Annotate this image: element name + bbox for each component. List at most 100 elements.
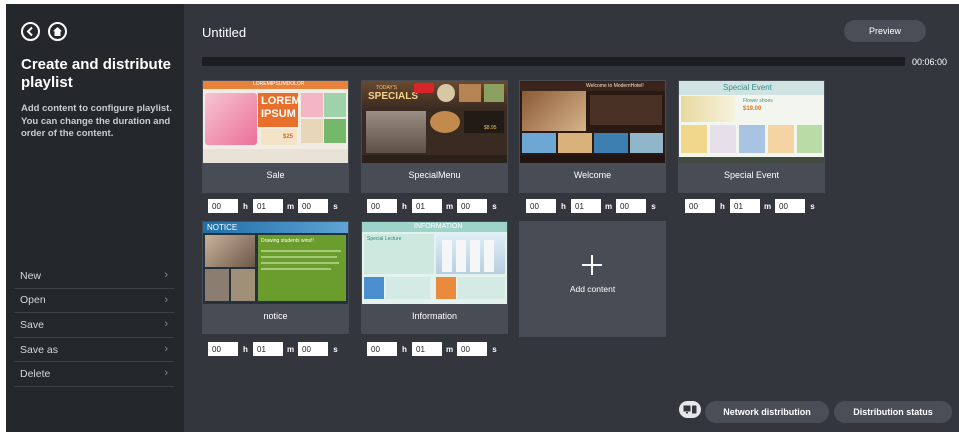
seconds-input[interactable]: 00 xyxy=(298,342,328,356)
minutes-input[interactable]: 01 xyxy=(730,199,760,213)
seconds-input[interactable]: 00 xyxy=(616,199,646,213)
thumbnail-welcome: Welcome to ModernHotel! xyxy=(520,81,665,163)
thumb-text: INFORMATION xyxy=(414,223,463,230)
thumbnail-information: INFORMATION Special Lecture xyxy=(362,222,507,304)
minutes-unit: m xyxy=(445,344,454,354)
menu-item-delete[interactable]: Delete › xyxy=(14,362,174,387)
thumbnail-specialmenu: TODAY'S SPECIALS $8.95 xyxy=(362,81,507,163)
hours-input[interactable]: 00 xyxy=(208,342,238,356)
content-name: Special Event xyxy=(723,170,780,180)
thumbnail-notice: NOTICE Drawing students wins!! xyxy=(203,222,348,304)
menu-item-label: Delete xyxy=(20,368,51,381)
thumb-text: LOREM xyxy=(261,95,301,107)
menu-item-save[interactable]: Save › xyxy=(14,313,174,338)
hours-input[interactable]: 00 xyxy=(208,199,238,213)
duration-special-event: 00 h 01 m 00 s xyxy=(685,199,820,213)
minutes-input[interactable]: 01 xyxy=(571,199,601,213)
home-button[interactable] xyxy=(48,22,67,41)
content-tile-notice[interactable]: NOTICE Drawing students wins!! notice xyxy=(202,221,349,334)
seconds-input[interactable]: 00 xyxy=(457,342,487,356)
minutes-input[interactable]: 01 xyxy=(412,342,442,356)
network-distribution-button[interactable]: Network distribution xyxy=(705,401,829,423)
thumb-text: Special Event xyxy=(723,83,772,92)
hours-input[interactable]: 00 xyxy=(367,199,397,213)
hours-input[interactable]: 00 xyxy=(367,342,397,356)
content-tile-information[interactable]: INFORMATION Special Lecture Information xyxy=(361,221,508,334)
menu-item-label: Save xyxy=(20,318,44,331)
thumb-text: $19.00 xyxy=(743,106,762,112)
menu-item-label: Save as xyxy=(20,343,58,356)
page-title: Create and distribute playlist xyxy=(21,56,172,91)
menu-item-label: Open xyxy=(20,294,46,307)
content-name: Information xyxy=(411,311,458,321)
minutes-unit: m xyxy=(286,201,295,211)
thumb-text: SPECIALS xyxy=(368,91,419,102)
thumb-text: Welcome to ModernHotel! xyxy=(586,83,644,89)
thumb-text: Flower shoes xyxy=(743,98,773,104)
thumb-text: NOTICE xyxy=(207,223,238,232)
menu-item-open[interactable]: Open › xyxy=(14,289,174,314)
add-content-label: Add content xyxy=(569,284,616,294)
seconds-input[interactable]: 00 xyxy=(457,199,487,213)
content-tile-specialmenu[interactable]: TODAY'S SPECIALS $8.95 SpecialMenu xyxy=(361,80,508,193)
duration-sale: 00 h 01 m 00 s xyxy=(208,199,343,213)
plus-icon xyxy=(582,255,602,275)
minutes-unit: m xyxy=(604,201,613,211)
seconds-input[interactable]: 00 xyxy=(775,199,805,213)
duration-notice: 00 h 01 m 00 s xyxy=(208,342,343,356)
timeline-bar xyxy=(202,57,905,66)
chevron-right-icon: › xyxy=(164,293,168,306)
page-description: Add content to configure playlist. You c… xyxy=(21,103,172,139)
chevron-right-icon: › xyxy=(164,367,168,380)
thumb-text: Special Lecture xyxy=(367,236,402,242)
seconds-unit: s xyxy=(810,201,815,211)
chevron-right-icon: › xyxy=(164,269,168,281)
hours-input[interactable]: 00 xyxy=(685,199,715,213)
device-glyph xyxy=(683,405,697,414)
duration-welcome: 00 h 01 m 00 s xyxy=(526,199,661,213)
seconds-unit: s xyxy=(651,201,656,211)
hours-unit: h xyxy=(402,201,407,211)
duration-specialmenu: 00 h 01 m 00 s xyxy=(367,199,502,213)
distribution-status-button[interactable]: Distribution status xyxy=(834,401,952,423)
content-tile-special-event[interactable]: Special Event Flower shoes $19.00 Specia… xyxy=(678,80,825,193)
file-menu: New › Open › Save › Save as › Delete › xyxy=(14,264,174,387)
seconds-input[interactable]: 00 xyxy=(298,199,328,213)
arrow-left-icon xyxy=(26,26,33,37)
app-frame: Create and distribute playlist Add conte… xyxy=(6,4,959,432)
thumb-text: Drawing students wins!! xyxy=(261,238,314,244)
add-content-button[interactable]: Add content xyxy=(519,221,666,337)
content-tile-welcome[interactable]: Welcome to ModernHotel! Welcome xyxy=(519,80,666,193)
content-name: Sale xyxy=(266,170,285,180)
content-name: SpecialMenu xyxy=(408,170,461,180)
chevron-right-icon: › xyxy=(164,318,168,331)
minutes-unit: m xyxy=(763,201,772,211)
content-tile-sale[interactable]: LOREMIPSUMDOLOR LOREM IPSUM $25 Sale xyxy=(202,80,349,193)
content-name: notice xyxy=(263,311,288,321)
minutes-input[interactable]: 01 xyxy=(253,342,283,356)
seconds-unit: s xyxy=(492,344,497,354)
total-duration: 00:06:00 xyxy=(912,57,948,67)
hours-unit: h xyxy=(243,344,248,354)
home-icon xyxy=(53,27,62,36)
thumb-text: IPSUM xyxy=(261,108,296,120)
chevron-right-icon: › xyxy=(164,342,168,355)
hours-input[interactable]: 00 xyxy=(526,199,556,213)
preview-button[interactable]: Preview xyxy=(844,20,926,42)
device-icon[interactable] xyxy=(679,401,701,418)
minutes-unit: m xyxy=(445,201,454,211)
hours-unit: h xyxy=(402,344,407,354)
minutes-input[interactable]: 01 xyxy=(412,199,442,213)
thumbnail-special-event: Special Event Flower shoes $19.00 xyxy=(679,81,824,163)
thumb-text: LOREMIPSUMDOLOR xyxy=(253,81,305,87)
hours-unit: h xyxy=(243,201,248,211)
thumbnail-sale: LOREMIPSUMDOLOR LOREM IPSUM $25 xyxy=(203,81,348,163)
back-button[interactable] xyxy=(21,22,40,41)
playlist-title: Untitled xyxy=(202,25,247,40)
minutes-input[interactable]: 01 xyxy=(253,199,283,213)
menu-item-new[interactable]: New › xyxy=(14,264,174,289)
menu-item-label: New xyxy=(20,269,42,282)
seconds-unit: s xyxy=(333,201,338,211)
menu-item-save-as[interactable]: Save as › xyxy=(14,338,174,363)
hours-unit: h xyxy=(561,201,566,211)
